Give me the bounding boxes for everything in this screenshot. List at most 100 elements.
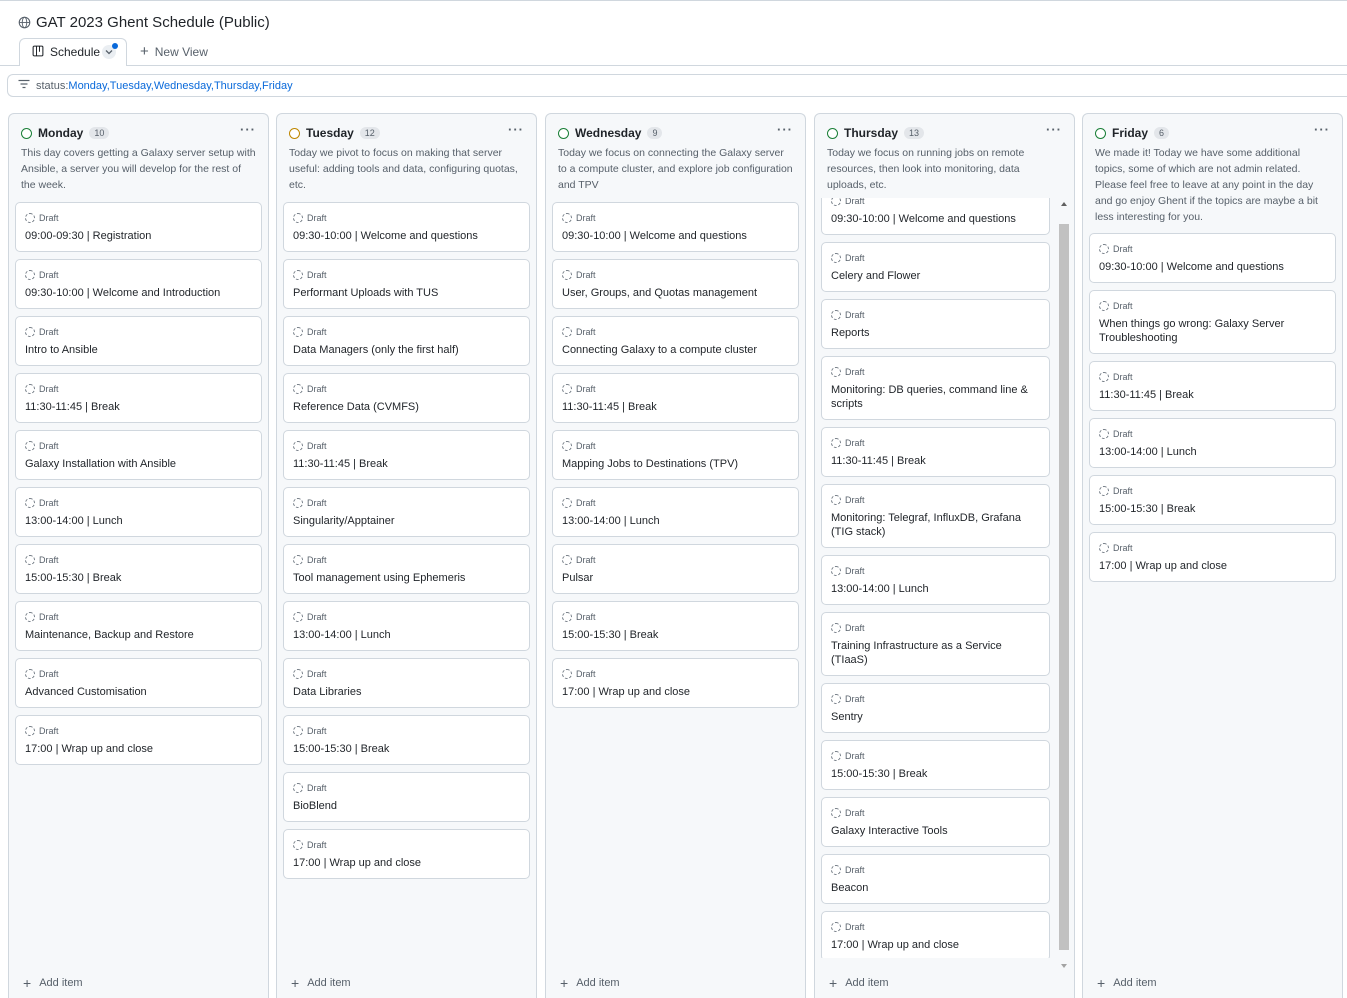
add-item-button[interactable]: + Add item: [1097, 976, 1157, 990]
item-title[interactable]: Advanced Customisation: [25, 685, 252, 699]
item-card[interactable]: Draft Celery and Flower: [821, 242, 1050, 292]
item-card[interactable]: Draft Training Infrastructure as a Servic…: [821, 612, 1050, 676]
item-card[interactable]: Draft Performant Uploads with TUS: [283, 259, 530, 309]
item-card[interactable]: Draft Mapping Jobs to Destinations (TPV): [552, 430, 799, 480]
item-title[interactable]: 09:30-10:00 | Welcome and questions: [293, 229, 520, 243]
item-title[interactable]: Performant Uploads with TUS: [293, 286, 520, 300]
item-title[interactable]: 13:00-14:00 | Lunch: [1099, 445, 1326, 459]
item-title[interactable]: When things go wrong: Galaxy Server Trou…: [1099, 317, 1326, 345]
item-title[interactable]: 09:30-10:00 | Welcome and Introduction: [25, 286, 252, 300]
item-title[interactable]: Data Libraries: [293, 685, 520, 699]
item-card[interactable]: Draft 15:00-15:30 | Break: [552, 601, 799, 651]
item-title[interactable]: 17:00 | Wrap up and close: [1099, 559, 1326, 573]
item-title[interactable]: 11:30-11:45 | Break: [293, 457, 520, 471]
item-card[interactable]: Draft Reference Data (CVMFS): [283, 373, 530, 423]
item-title[interactable]: 17:00 | Wrap up and close: [562, 685, 789, 699]
item-title[interactable]: Data Managers (only the first half): [293, 343, 520, 357]
tab-options-button[interactable]: [102, 43, 118, 59]
item-title[interactable]: Sentry: [831, 710, 1040, 724]
item-title[interactable]: 13:00-14:00 | Lunch: [25, 514, 252, 528]
tab-schedule[interactable]: Schedule: [19, 38, 127, 66]
item-card[interactable]: Draft 13:00-14:00 | Lunch: [15, 487, 262, 537]
item-title[interactable]: 09:30-10:00 | Welcome and questions: [1099, 260, 1326, 274]
column-menu-icon[interactable]: ···: [508, 122, 524, 137]
item-card[interactable]: Draft 11:30-11:45 | Break: [552, 373, 799, 423]
item-card[interactable]: Draft 13:00-14:00 | Lunch: [1089, 418, 1336, 468]
item-title[interactable]: Celery and Flower: [831, 269, 1040, 283]
item-card[interactable]: Draft Intro to Ansible: [15, 316, 262, 366]
item-card[interactable]: Draft When things go wrong: Galaxy Server…: [1089, 290, 1336, 354]
item-title[interactable]: 17:00 | Wrap up and close: [293, 856, 520, 870]
item-card[interactable]: Draft 17:00 | Wrap up and close: [15, 715, 262, 765]
item-card[interactable]: Draft Data Managers (only the first half): [283, 316, 530, 366]
item-card[interactable]: Draft User, Groups, and Quotas management: [552, 259, 799, 309]
item-title[interactable]: 13:00-14:00 | Lunch: [293, 628, 520, 642]
item-card[interactable]: Draft BioBlend: [283, 772, 530, 822]
item-card[interactable]: Draft 09:30-10:00 | Welcome and questions: [821, 198, 1050, 235]
item-title[interactable]: Tool management using Ephemeris: [293, 571, 520, 585]
item-card[interactable]: Draft 11:30-11:45 | Break: [821, 427, 1050, 477]
item-card[interactable]: Draft 17:00 | Wrap up and close: [1089, 532, 1336, 582]
new-view-button[interactable]: + New View: [140, 38, 208, 65]
item-card[interactable]: Draft 09:00-09:30 | Registration: [15, 202, 262, 252]
item-title[interactable]: Singularity/Apptainer: [293, 514, 520, 528]
item-card[interactable]: Draft Maintenance, Backup and Restore: [15, 601, 262, 651]
item-title[interactable]: Reference Data (CVMFS): [293, 400, 520, 414]
item-card[interactable]: Draft 17:00 | Wrap up and close: [552, 658, 799, 708]
item-title[interactable]: User, Groups, and Quotas management: [562, 286, 789, 300]
item-title[interactable]: 13:00-14:00 | Lunch: [562, 514, 789, 528]
item-title[interactable]: Connecting Galaxy to a compute cluster: [562, 343, 789, 357]
item-card[interactable]: Draft 17:00 | Wrap up and close: [821, 911, 1050, 958]
add-item-button[interactable]: + Add item: [23, 976, 83, 990]
item-title[interactable]: Galaxy Interactive Tools: [831, 824, 1040, 838]
scroll-up-arrow-icon[interactable]: [1061, 202, 1067, 206]
item-card[interactable]: Draft Sentry: [821, 683, 1050, 733]
item-card[interactable]: Draft 09:30-10:00 | Welcome and questions: [283, 202, 530, 252]
column-menu-icon[interactable]: ···: [1314, 122, 1330, 137]
item-title[interactable]: Galaxy Installation with Ansible: [25, 457, 252, 471]
item-card[interactable]: Draft 09:30-10:00 | Welcome and Introduct…: [15, 259, 262, 309]
item-title[interactable]: 11:30-11:45 | Break: [1099, 388, 1326, 402]
item-card[interactable]: Draft Reports: [821, 299, 1050, 349]
column-scrollbar[interactable]: [1058, 198, 1070, 968]
item-card[interactable]: Draft Galaxy Interactive Tools: [821, 797, 1050, 847]
add-item-button[interactable]: + Add item: [829, 976, 889, 990]
item-title[interactable]: 17:00 | Wrap up and close: [831, 938, 1040, 952]
item-card[interactable]: Draft 17:00 | Wrap up and close: [283, 829, 530, 879]
item-title[interactable]: Maintenance, Backup and Restore: [25, 628, 252, 642]
item-card[interactable]: Draft 15:00-15:30 | Break: [15, 544, 262, 594]
item-title[interactable]: 11:30-11:45 | Break: [25, 400, 252, 414]
item-card[interactable]: Draft 15:00-15:30 | Break: [821, 740, 1050, 790]
item-card[interactable]: Draft 11:30-11:45 | Break: [283, 430, 530, 480]
item-card[interactable]: Draft Singularity/Apptainer: [283, 487, 530, 537]
item-card[interactable]: Draft Tool management using Ephemeris: [283, 544, 530, 594]
item-title[interactable]: 09:00-09:30 | Registration: [25, 229, 252, 243]
item-title[interactable]: Monitoring: DB queries, command line & s…: [831, 383, 1040, 411]
item-title[interactable]: Monitoring: Telegraf, InfluxDB, Grafana …: [831, 511, 1040, 539]
item-title[interactable]: 11:30-11:45 | Break: [831, 454, 1040, 468]
item-title[interactable]: 11:30-11:45 | Break: [562, 400, 789, 414]
item-card[interactable]: Draft 09:30-10:00 | Welcome and questions: [1089, 233, 1336, 283]
item-card[interactable]: Draft 13:00-14:00 | Lunch: [821, 555, 1050, 605]
item-card[interactable]: Draft Pulsar: [552, 544, 799, 594]
item-title[interactable]: Training Infrastructure as a Service (TI…: [831, 639, 1040, 667]
item-card[interactable]: Draft Advanced Customisation: [15, 658, 262, 708]
item-card[interactable]: Draft Monitoring: Telegraf, InfluxDB, Gra…: [821, 484, 1050, 548]
item-title[interactable]: Beacon: [831, 881, 1040, 895]
add-item-button[interactable]: + Add item: [291, 976, 351, 990]
item-card[interactable]: Draft 15:00-15:30 | Break: [1089, 475, 1336, 525]
item-title[interactable]: 15:00-15:30 | Break: [831, 767, 1040, 781]
item-title[interactable]: 15:00-15:30 | Break: [1099, 502, 1326, 516]
item-card[interactable]: Draft 13:00-14:00 | Lunch: [552, 487, 799, 537]
item-card[interactable]: Draft 15:00-15:30 | Break: [283, 715, 530, 765]
item-title[interactable]: Intro to Ansible: [25, 343, 252, 357]
item-title[interactable]: Reports: [831, 326, 1040, 340]
item-title[interactable]: 15:00-15:30 | Break: [562, 628, 789, 642]
item-card[interactable]: Draft Beacon: [821, 854, 1050, 904]
column-menu-icon[interactable]: ···: [240, 122, 256, 137]
item-title[interactable]: 13:00-14:00 | Lunch: [831, 582, 1040, 596]
item-title[interactable]: Pulsar: [562, 571, 789, 585]
scroll-down-arrow-icon[interactable]: [1061, 964, 1067, 968]
item-card[interactable]: Draft 13:00-14:00 | Lunch: [283, 601, 530, 651]
item-card[interactable]: Draft Galaxy Installation with Ansible: [15, 430, 262, 480]
